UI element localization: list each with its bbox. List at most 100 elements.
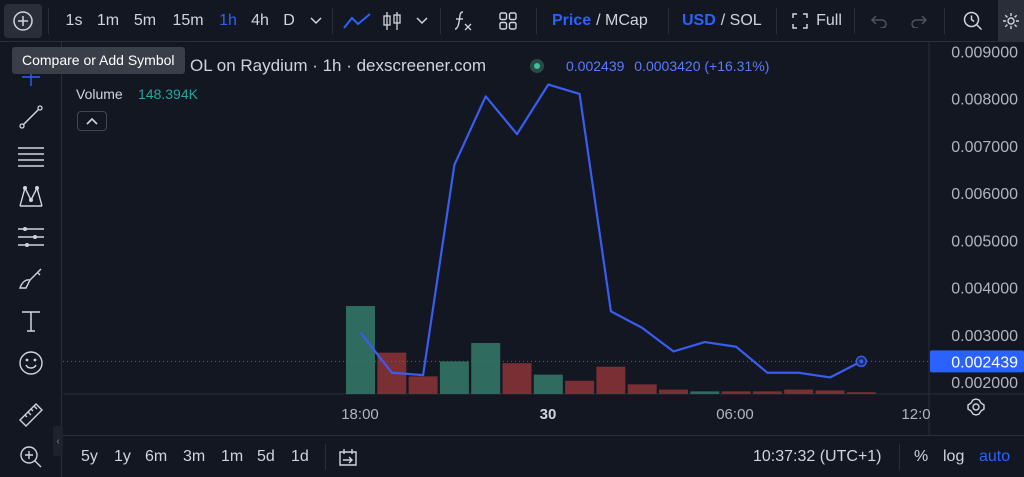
usd-sol-toggle[interactable]: USD / SOL [682, 0, 772, 42]
gear-icon[interactable] [967, 398, 985, 416]
auto-scale-toggle[interactable]: auto [979, 436, 1010, 477]
undo-button[interactable] [866, 0, 892, 42]
go-to-date-button[interactable] [337, 436, 359, 477]
divider [944, 8, 945, 34]
indicators-button[interactable] [450, 0, 478, 42]
volume-bar [752, 391, 782, 394]
fullscreen-button[interactable]: Full [788, 0, 846, 42]
interval-5m[interactable]: 5m [132, 0, 158, 42]
range-1d[interactable]: 1d [291, 436, 309, 477]
drawing-toolbar: ‹ [0, 42, 63, 477]
smiley-icon [19, 351, 43, 375]
candles-chart-type-button[interactable] [380, 0, 404, 42]
price-axis-tick: 0.009000 [951, 44, 1018, 61]
interval-dropdown-button[interactable] [306, 0, 326, 42]
price-axis-tick: 0.008000 [951, 92, 1018, 109]
zoom-tool-button[interactable] [12, 442, 50, 472]
undo-icon [870, 15, 887, 28]
redo-button[interactable] [906, 0, 932, 42]
compare-add-symbol-button[interactable] [4, 4, 42, 38]
time-axis-tick: 06:00 [716, 406, 754, 423]
time-axis-tick: 18:00 [341, 406, 379, 423]
volume-bar [533, 374, 563, 394]
text-tool-button[interactable] [12, 306, 50, 336]
chevron-left-icon: ‹ [56, 435, 60, 447]
log-scale-toggle[interactable]: log [943, 436, 964, 477]
measure-tool-button[interactable] [12, 400, 50, 430]
function-fx-icon [454, 11, 472, 31]
collapse-legend-button[interactable] [77, 111, 107, 131]
price-mcap-toggle[interactable]: Price / MCap [552, 0, 662, 42]
usd-option[interactable]: USD [682, 12, 716, 30]
chart-pane[interactable]: 0.009000 0.008000 0.007000 0.006000 0.005000… [63, 42, 1024, 477]
volume-bar [659, 389, 688, 394]
percent-scale-toggle[interactable]: % [914, 436, 928, 477]
volume-bar [408, 376, 438, 394]
trend-line-icon [19, 105, 43, 129]
line-chart-type-button[interactable] [342, 0, 372, 42]
range-1m[interactable]: 1m [221, 436, 243, 477]
clock-timezone[interactable]: 10:37:32 (UTC+1) [753, 436, 882, 477]
divider [854, 8, 855, 34]
chart-type-dropdown-button[interactable] [412, 0, 432, 42]
volume-bar [721, 391, 751, 394]
range-5y[interactable]: 5y [81, 436, 98, 477]
volume-bar [565, 380, 595, 394]
brush-tool-button[interactable] [12, 264, 50, 294]
legend-change-percent: (+16.31%) [704, 58, 770, 74]
layout-templates-button[interactable] [494, 0, 522, 42]
chevron-down-icon [416, 17, 428, 25]
sol-option[interactable]: / SOL [721, 12, 762, 30]
legend-price-values: 0.002439 0.0003420 (+16.31%) [566, 58, 769, 74]
price-option[interactable]: Price [552, 12, 591, 30]
time-axis-tick: 12:0 [901, 406, 930, 423]
volume-bar [596, 366, 626, 394]
volume-bar [846, 392, 876, 394]
candlestick-icon [383, 12, 401, 30]
horizontal-lines-icon [18, 147, 44, 167]
fullscreen-icon [792, 13, 808, 29]
interval-1m[interactable]: 1m [95, 0, 121, 42]
volume-bar [439, 361, 469, 394]
mcap-option[interactable]: / MCap [596, 12, 648, 30]
range-5d[interactable]: 5d [257, 436, 275, 477]
brush-icon [19, 268, 42, 289]
volume-bar [471, 342, 501, 394]
interval-1s[interactable]: 1s [64, 0, 84, 42]
redo-icon [911, 15, 928, 28]
divider [325, 444, 326, 470]
price-axis-tick: 0.007000 [951, 139, 1018, 156]
quick-search-button[interactable] [958, 0, 988, 42]
settings-button[interactable] [998, 0, 1024, 42]
range-6m[interactable]: 6m [145, 436, 167, 477]
volume-bar [690, 391, 720, 394]
grid-layout-icon [499, 12, 517, 30]
emoji-tool-button[interactable] [12, 348, 50, 378]
interval-15m[interactable]: 15m [170, 0, 206, 42]
range-1y[interactable]: 1y [114, 436, 131, 477]
volume-bar [346, 306, 375, 394]
time-axis-tick: 30 [540, 406, 557, 423]
trend-line-tool-button[interactable] [12, 102, 50, 132]
search-clock-icon [963, 11, 983, 31]
pattern-icon [19, 186, 43, 207]
ruler-icon [19, 403, 43, 427]
prediction-tool-button[interactable] [12, 222, 50, 252]
pattern-tool-button[interactable] [12, 182, 50, 212]
zoom-in-icon [20, 446, 42, 468]
collapse-toolbar-handle[interactable]: ‹ [53, 426, 63, 456]
fib-tool-button[interactable] [12, 142, 50, 172]
interval-1h[interactable]: 1h [217, 0, 239, 42]
interval-d[interactable]: D [282, 0, 296, 42]
calendar-arrow-icon [339, 449, 357, 466]
symbol-legend-title: OL on Raydium · 1h · dexscreener.com [190, 56, 487, 75]
volume-bar [815, 390, 845, 394]
divider [332, 8, 333, 34]
last-price-marker-dot [859, 359, 864, 364]
range-3m[interactable]: 3m [183, 436, 205, 477]
divider [48, 8, 49, 34]
chevron-down-icon [310, 17, 322, 25]
price-chart-svg[interactable]: 0.009000 0.008000 0.007000 0.006000 0.005000… [63, 42, 1024, 435]
market-status-dot [530, 59, 544, 73]
interval-4h[interactable]: 4h [249, 0, 271, 42]
